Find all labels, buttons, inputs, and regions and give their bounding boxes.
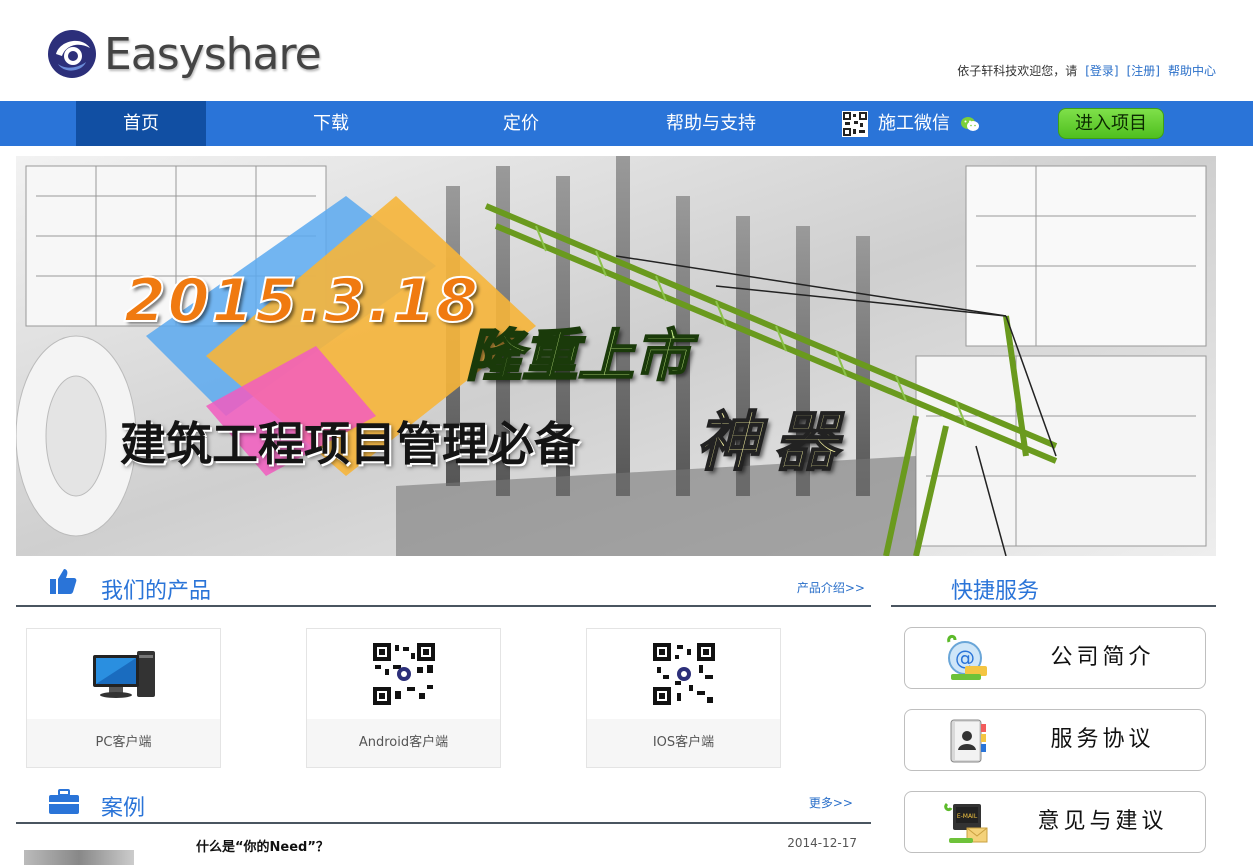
product-label: Android客户端	[307, 719, 500, 767]
banner-date: 2015.3.18	[123, 265, 480, 337]
nav-item-help-support[interactable]: 帮助与支持	[646, 101, 776, 146]
service-label: 服务协议	[1050, 727, 1155, 752]
cases-more-link[interactable]: 更多>>	[809, 794, 853, 811]
nav-item-label: 定价	[503, 113, 539, 134]
help-center-link[interactable]: 帮助中心	[1168, 62, 1216, 79]
monitor-icon	[92, 651, 155, 698]
wechat-icon	[960, 117, 979, 131]
services-section-title: 快捷服务	[951, 579, 1040, 604]
easyshare-logo-icon	[48, 30, 96, 78]
services-section-header: 快捷服务	[891, 557, 1216, 607]
case-thumbnail	[24, 850, 134, 865]
nav-item-label: 首页	[123, 113, 159, 134]
nav-item-label: 下载	[313, 113, 349, 134]
email-globe-icon: @	[947, 634, 987, 680]
case-list-item[interactable]: 什么是“你的Need”？ 2014-12-17	[16, 830, 871, 865]
product-image	[27, 629, 220, 719]
feedback-button[interactable]: E-MAIL 意见与建议	[904, 791, 1206, 853]
mail-feedback-icon: E-MAIL	[944, 802, 988, 843]
case-date: 2014-12-17	[787, 836, 857, 850]
nav-item-home[interactable]: 首页	[76, 101, 206, 146]
nav-item-wechat[interactable]: 施工微信	[836, 101, 986, 146]
top-links: 依子轩科技欢迎您，请 [登录] [注册] 帮助中心	[957, 62, 1216, 79]
site-header: Easyshare 依子轩科技欢迎您，请 [登录] [注册] 帮助中心	[0, 0, 1253, 101]
service-label: 意见与建议	[1037, 809, 1168, 834]
register-link[interactable]: [注册]	[1127, 62, 1160, 79]
nav-item-label: 施工微信	[878, 113, 950, 134]
qr-code-icon	[372, 643, 435, 705]
welcome-text: 依子轩科技欢迎您，请	[957, 64, 1078, 78]
products-section-title: 我们的产品	[101, 579, 212, 604]
cases-section-title: 案例	[101, 796, 146, 821]
product-label: IOS客户端	[587, 719, 780, 767]
service-agreement-button[interactable]: 服务协议	[904, 709, 1206, 771]
products-section-header: 我们的产品 产品介绍>>	[16, 557, 871, 607]
main-nav: 首页 下载 定价 帮助与支持 施工微信 进入项目	[0, 101, 1253, 146]
hero-banner[interactable]: 2015.3.18 隆重上市 建筑工程项目管理必备 神器	[16, 156, 1216, 556]
enter-project-button[interactable]: 进入项目	[1058, 108, 1164, 139]
cases-section-header: 案例 更多>>	[16, 774, 871, 824]
product-card-pc[interactable]: PC客户端	[26, 628, 221, 768]
nav-item-label: 帮助与支持	[666, 113, 756, 134]
case-title[interactable]: 什么是“你的Need”？	[196, 836, 329, 855]
logo-text: Easyshare	[104, 28, 322, 80]
product-image	[587, 629, 780, 719]
banner-launch-text: 隆重上市	[465, 323, 691, 390]
thumbs-up-icon	[50, 569, 77, 594]
product-card-ios[interactable]: IOS客户端	[586, 628, 781, 768]
banner-slogan: 建筑工程项目管理必备	[120, 417, 580, 471]
product-image	[307, 629, 500, 719]
svg-text:E-MAIL: E-MAIL	[957, 813, 978, 820]
login-link[interactable]: [登录]	[1085, 62, 1118, 79]
qr-code-icon	[652, 643, 715, 705]
banner-highlight: 神器	[695, 405, 852, 481]
product-label: PC客户端	[27, 719, 220, 767]
company-intro-button[interactable]: @ 公司简介	[904, 627, 1206, 689]
briefcase-icon	[49, 789, 79, 814]
service-label: 公司简介	[1050, 645, 1155, 670]
address-book-icon	[950, 719, 986, 763]
product-card-android[interactable]: Android客户端	[306, 628, 501, 768]
nav-item-download[interactable]: 下载	[266, 101, 396, 146]
logo[interactable]: Easyshare	[46, 28, 322, 80]
qr-code-icon	[842, 111, 869, 137]
nav-item-pricing[interactable]: 定价	[456, 101, 586, 146]
product-intro-link[interactable]: 产品介绍>>	[797, 579, 865, 596]
